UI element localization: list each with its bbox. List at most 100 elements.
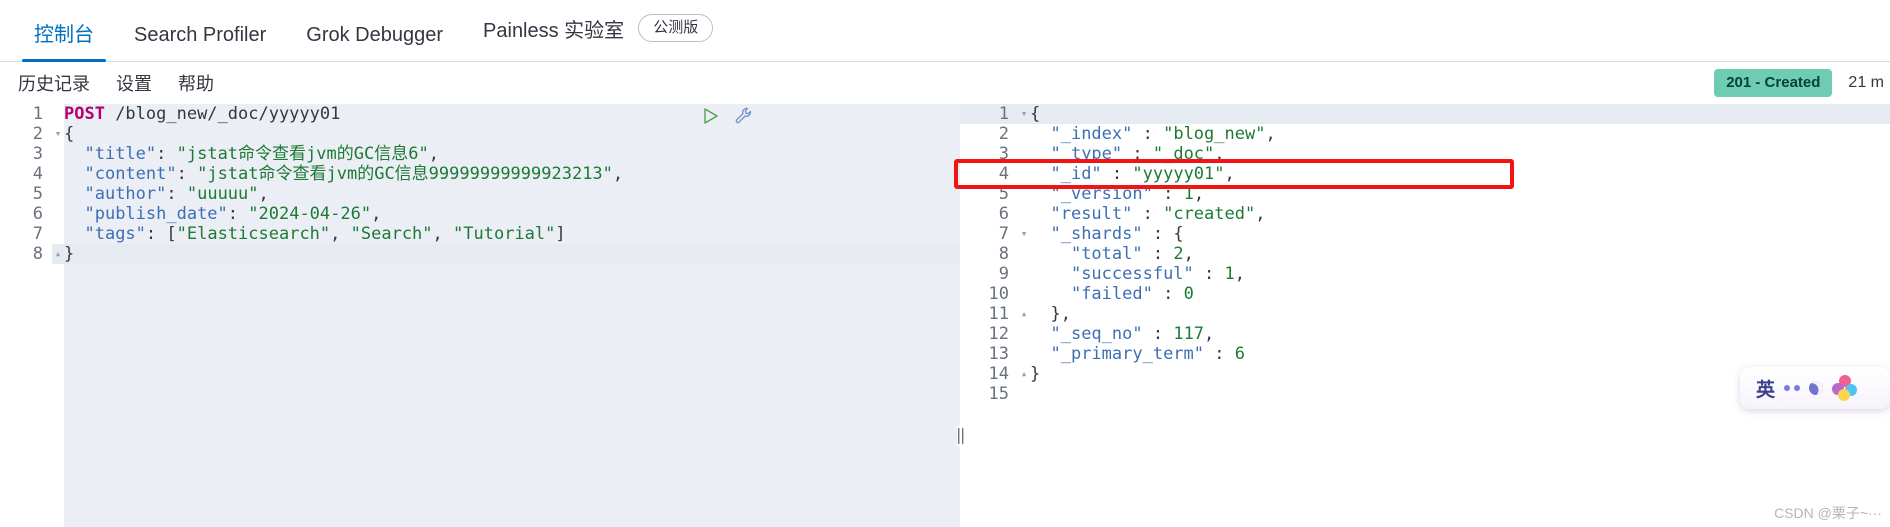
subnav-item-settings[interactable]: 设置 xyxy=(116,70,152,96)
code-line[interactable]: 6 "publish_date": "2024-04-26", xyxy=(0,204,960,224)
fold-toggle-icon[interactable]: ▴ xyxy=(1018,304,1030,324)
code-line[interactable]: 13 "_primary_term" : 6 xyxy=(960,344,1890,364)
code-token: "successful" xyxy=(1070,264,1194,284)
moon-icon xyxy=(1806,378,1826,398)
tab-grok-debugger[interactable]: Grok Debugger xyxy=(286,25,463,61)
tab-painless-lab[interactable]: Painless 实验室 公测版 xyxy=(463,14,733,61)
play-icon[interactable] xyxy=(700,106,720,126)
tab-console[interactable]: 控制台 xyxy=(14,24,114,62)
code-token: ] xyxy=(555,224,566,244)
response-editor-pane[interactable]: 1 ▾{2 "_index" : "blog_new", 3 "_type" : "… xyxy=(960,104,1890,527)
pane-resize-handle[interactable] xyxy=(957,426,965,446)
code-token: , xyxy=(612,164,624,184)
code-token: } xyxy=(64,244,75,264)
line-number: 14 xyxy=(988,364,1009,384)
code-token: "_shards" xyxy=(1050,224,1143,244)
subnav-item-history[interactable]: 历史记录 xyxy=(18,70,90,96)
code-line[interactable]: 11 ▴ }, xyxy=(960,304,1890,324)
code-line[interactable]: 3 "title": "jstat命令查看jvm的GC信息6", xyxy=(0,144,960,164)
beta-badge: 公测版 xyxy=(638,14,714,42)
fold-toggle-icon[interactable]: ▴ xyxy=(1018,364,1030,384)
tab-painless-lab-label: Painless 实验室 xyxy=(483,20,625,42)
code-token: , xyxy=(1234,264,1245,284)
code-token: , xyxy=(1214,144,1225,164)
line-number: 6 xyxy=(998,204,1009,224)
line-number: 7 xyxy=(32,224,43,244)
code-token: "_primary_term" xyxy=(1050,344,1205,364)
code-token: : xyxy=(1142,324,1174,344)
code-line[interactable]: 7 ▾ "_shards" : { xyxy=(960,224,1890,244)
fold-toggle-icon[interactable]: ▾ xyxy=(52,124,64,144)
code-line[interactable]: 3 "_type" : "_doc", xyxy=(960,144,1890,164)
code-token: , xyxy=(1265,124,1276,144)
code-line[interactable]: 5 "_version" : 1, xyxy=(960,184,1890,204)
code-line[interactable]: 2 "_index" : "blog_new", xyxy=(960,124,1890,144)
code-token: : xyxy=(1152,284,1184,304)
line-number: 8 xyxy=(32,244,43,264)
code-token: "_type" xyxy=(1050,144,1123,164)
code-token: , xyxy=(258,184,269,204)
code-token: "Tutorial" xyxy=(453,224,556,244)
code-text: "total" : 2, xyxy=(1030,244,1890,264)
code-text: "_type" : "_doc", xyxy=(1030,144,1890,164)
request-code-lines[interactable]: 1 POST /blog_new/_doc/yyyyy01 2 ▾{3 "title"… xyxy=(0,104,960,264)
fold-toggle-icon[interactable]: ▾ xyxy=(1018,104,1030,124)
response-code-lines[interactable]: 1 ▾{2 "_index" : "blog_new", 3 "_type" : "… xyxy=(960,104,1890,404)
code-token: : xyxy=(1132,124,1164,144)
code-token: "Elasticsearch" xyxy=(176,224,331,244)
code-line[interactable]: 2 ▾{ xyxy=(0,124,960,144)
code-token: 2 xyxy=(1173,244,1184,264)
code-token: , xyxy=(371,204,382,224)
code-line[interactable]: 12 "_seq_no" : 117, xyxy=(960,324,1890,344)
wrench-icon[interactable] xyxy=(734,106,754,126)
code-token: : xyxy=(227,204,249,224)
code-line[interactable]: 4 "_id" : "yyyyy01", xyxy=(960,164,1890,184)
line-number: 1 xyxy=(960,104,1018,124)
code-line[interactable]: 5 "author": "uuuuu", xyxy=(0,184,960,204)
code-line[interactable]: 1 ▾{ xyxy=(960,104,1890,124)
code-line[interactable]: 8 ▴} xyxy=(0,244,960,264)
ime-mode-label: 英 xyxy=(1756,379,1776,401)
tab-console-label: 控制台 xyxy=(34,24,94,46)
code-token: "yyyyy01" xyxy=(1132,164,1225,184)
subnav-item-help[interactable]: 帮助 xyxy=(178,70,214,96)
ime-floating-widget[interactable]: 英 xyxy=(1740,367,1890,409)
code-token: "publish_date" xyxy=(84,204,228,224)
code-text: "title": "jstat命令查看jvm的GC信息6", xyxy=(64,144,960,164)
code-token: "uuuuu" xyxy=(186,184,259,204)
code-text: "author": "uuuuu", xyxy=(64,184,960,204)
tab-search-profiler[interactable]: Search Profiler xyxy=(114,25,286,61)
kibana-dev-tools-console: 控制台 Search Profiler Grok Debugger Painle… xyxy=(0,0,1890,527)
code-text: "_index" : "blog_new", xyxy=(1030,124,1890,144)
code-text: { xyxy=(1030,104,1890,124)
code-token: "_doc" xyxy=(1152,144,1215,164)
code-text: "_seq_no" : 117, xyxy=(1030,324,1890,344)
fold-toggle-icon[interactable]: ▴ xyxy=(52,244,64,264)
fold-toggle-icon[interactable]: ▾ xyxy=(1018,224,1030,244)
code-line[interactable]: 10 "failed" : 0 xyxy=(960,284,1890,304)
code-token: : [ xyxy=(145,224,177,244)
code-token: "blog_new" xyxy=(1163,124,1266,144)
code-token: "failed" xyxy=(1070,284,1153,304)
code-line[interactable]: 9 "successful" : 1, xyxy=(960,264,1890,284)
line-number: 9 xyxy=(998,264,1009,284)
code-line[interactable]: 7 "tags": ["Elasticsearch", "Search", "T… xyxy=(0,224,960,244)
code-token: 1 xyxy=(1183,184,1194,204)
request-editor-pane[interactable]: 1 POST /blog_new/_doc/yyyyy01 2 ▾{3 "title"… xyxy=(0,104,960,527)
code-token: 117 xyxy=(1173,324,1205,344)
code-line[interactable]: 6 "result" : "created", xyxy=(960,204,1890,224)
code-line[interactable]: 4 "content": "jstat命令查看jvm的GC信息999999999… xyxy=(0,164,960,184)
line-number: 6 xyxy=(32,204,43,224)
line-number: 10 xyxy=(988,284,1009,304)
code-line[interactable]: 8 "total" : 2, xyxy=(960,244,1890,264)
code-token: { xyxy=(64,124,75,144)
code-line[interactable]: 1 POST /blog_new/_doc/yyyyy01 xyxy=(0,104,960,124)
line-number: 5 xyxy=(32,184,43,204)
csdn-watermark: CSDN @栗子~··· xyxy=(1774,505,1882,521)
code-text: "successful" : 1, xyxy=(1030,264,1890,284)
line-number: 8 xyxy=(998,244,1009,264)
